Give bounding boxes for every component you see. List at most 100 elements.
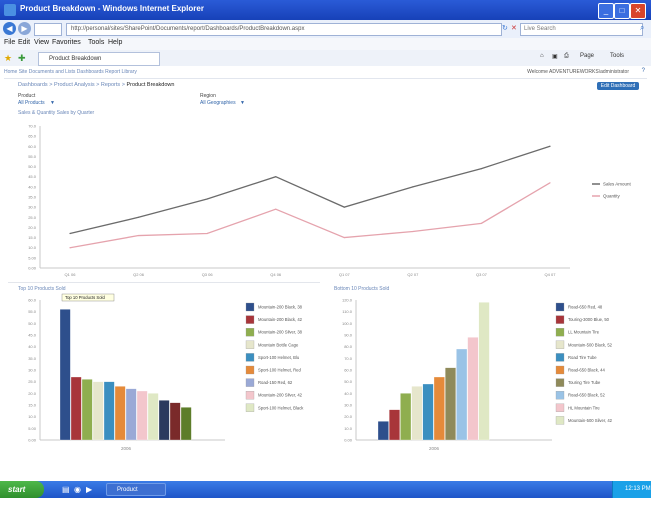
top10-bar-chart: 0.00 5.00 10.0 15.0 20.0 25.0 30.0 35.0 40.0 45.0… [28,293,304,451]
y-tick-label: 50.0 [28,321,37,326]
legend-label: Road-650 Black, 44 [568,368,605,373]
edit-dashboard-button[interactable]: Edit Dashboard [597,82,639,90]
taskbar-window-product-breakdown[interactable]: Product Breakdown [106,483,166,506]
favorites-star-icon[interactable]: ★ [4,53,12,64]
y-tick-label: 20.0 [344,414,353,419]
menu-view[interactable]: View [34,39,49,46]
legend-label: Road Tire Tube [568,355,597,360]
ie-icon [4,4,16,16]
bar [92,381,104,441]
data-point [480,168,483,170]
filter-product-select[interactable]: All Products [18,100,45,106]
tab-product-breakdown[interactable]: Product Breakdown [38,52,160,66]
home-icon[interactable]: ⌂ [540,53,544,59]
legend-label: Mountain-200 Silver, 38 [258,330,303,335]
menu-file[interactable]: File [4,39,15,46]
legend-label: Mountain-200 Black, 38 [258,305,303,310]
forward-button[interactable]: ▶ [18,22,31,35]
x-tick-label: Q3 07 [476,272,488,277]
y-tick-label: 30.0 [344,403,353,408]
breadcrumb-item[interactable]: Dashboards [18,82,48,88]
x-tick-label: Q3 06 [202,272,214,277]
maximize-button[interactable]: □ [614,3,630,19]
breadcrumb-current: Product Breakdown [126,82,175,88]
bar [180,407,192,441]
site-top-nav: Home Site Documents and Lists Dashboards… [4,68,647,79]
data-point [343,236,345,239]
y-tick-label: 40.0 [28,184,37,189]
legend-swatch [555,403,565,412]
x-tick-label: Q4 07 [545,272,557,277]
data-point [137,216,140,218]
refresh-icon[interactable]: ↻ [502,24,508,32]
media-icon[interactable]: ▶ [86,485,92,494]
welcome-menu[interactable]: Welcome ADVENTUREWORKS\administrator [527,69,629,75]
chevron-down-icon[interactable]: ▼ [240,100,245,106]
chart-tooltip-text: Top 10 Products Sold [65,295,105,300]
address-bar: ◀ ▶ http://personal/sites/SharePoint/Doc… [0,20,651,39]
window-title-bar: Product Breakdown - Windows Internet Exp… [0,0,651,20]
y-tick-label: 70.0 [344,356,353,361]
legend-swatch [555,391,565,400]
data-point [480,222,483,224]
y-tick-label: 15.0 [28,403,37,408]
y-tick-label: 20.0 [28,391,37,396]
menu-favorites[interactable]: Favorites [52,39,81,46]
legend-swatch [245,302,255,312]
bar [81,379,93,441]
bar [136,390,148,441]
bar [125,388,137,441]
ie-quicklaunch-icon[interactable]: ◉ [74,485,81,494]
url-input[interactable]: http://personal/sites/SharePoint/Documen… [66,23,502,36]
show-desktop-icon[interactable]: ▤ [62,485,70,494]
filter-region-select[interactable]: All Geographies [200,100,236,106]
breadcrumb-item[interactable]: Product Analysis [54,82,95,88]
data-point [69,232,71,235]
recent-pages-dropdown[interactable] [34,23,62,36]
back-button[interactable]: ◀ [3,22,16,35]
legend-label: Sport-100 Helmet, Black [258,405,304,410]
search-input[interactable]: Live Search [520,23,643,36]
bar [478,302,490,441]
legend-label: Sport-100 Helmet, Red [258,368,301,373]
stop-icon[interactable]: ✕ [511,24,517,32]
legend-swatch [245,353,255,362]
feeds-icon[interactable]: ▣ [552,53,558,60]
menu-help[interactable]: Help [108,39,122,46]
search-icon[interactable]: ⌕ [640,23,644,33]
chevron-down-icon[interactable]: ▼ [50,100,55,106]
legend-label: Touring Tire Tube [568,380,601,385]
y-tick-label: 0.00 [28,266,37,271]
bar [433,376,445,441]
legend-swatch [555,328,565,337]
y-tick-label: 110.0 [342,309,352,314]
menu-edit[interactable]: Edit [18,39,30,46]
legend-swatch [555,353,565,362]
close-button[interactable]: ✕ [630,3,646,19]
bottom10-bar-chart: 0.00 10.0 20.0 30.0 40.0 50.0 60.0 70.0 80.0 90.0… [342,298,613,452]
legend-label: Mountain-200 Black, 42 [258,317,303,322]
bar [158,400,170,441]
tools-menu[interactable]: Tools [610,53,624,59]
clock: 12:13 PM [625,486,651,492]
x-tick-label: Q1 06 [65,272,77,277]
menu-tools[interactable]: Tools [88,39,104,46]
y-tick-label: 20.0 [28,225,37,230]
x-tick-label: 2006 [429,446,440,451]
legend-label: Mountain-500 Black, 52 [568,342,613,347]
x-tick-label: Q2 06 [133,272,145,277]
print-icon[interactable]: ⎙ [564,53,569,60]
filter-region-label: Region [200,93,216,99]
add-favorite-icon[interactable]: ✚ [18,53,26,64]
breadcrumb-item[interactable]: Reports [101,82,120,88]
start-button[interactable]: start [0,481,44,498]
bar [59,309,71,441]
y-tick-label: 45.0 [28,333,37,338]
minimize-button[interactable]: _ [598,3,614,19]
divider [8,282,320,283]
top-nav-links[interactable]: Home Site Documents and Lists Dashboards… [4,69,137,75]
data-point [412,230,414,233]
page-menu[interactable]: Page [580,53,594,59]
help-icon[interactable]: ? [642,68,645,74]
data-point [412,186,414,188]
